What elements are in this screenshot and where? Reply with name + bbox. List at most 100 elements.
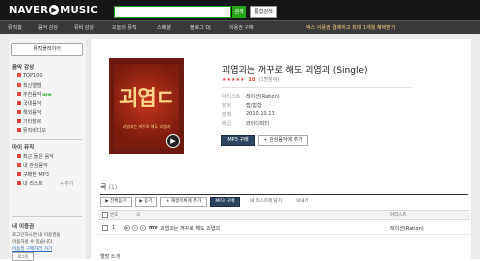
- star-icon[interactable]: ★★★★★: [222, 77, 244, 83]
- search-button[interactable]: 검색: [232, 6, 246, 18]
- integrated-search-button[interactable]: 통합검색: [250, 6, 277, 18]
- header-title: 곡: [136, 213, 141, 218]
- sidebar-item-label: 해외음악: [23, 110, 42, 116]
- bullet-icon: [17, 92, 21, 96]
- login-button[interactable]: 로그인: [12, 252, 34, 261]
- nav-item-listen[interactable]: 음악 감상: [38, 24, 58, 31]
- logo-naver-text: NAVER: [9, 5, 49, 16]
- meta-divider: [222, 87, 412, 88]
- sidebar-item-label: 기타장르: [23, 119, 42, 125]
- more-icon[interactable]: ▸: [140, 225, 146, 231]
- header-artist: 아티스트: [390, 213, 407, 218]
- sidebar-item-label: 추천음악: [23, 92, 42, 98]
- bullet-icon: [17, 83, 21, 87]
- play-icon[interactable]: ▶: [166, 134, 180, 148]
- select-all-checkbox[interactable]: [102, 212, 108, 218]
- track-number: 1: [112, 225, 116, 231]
- nav-promo-link[interactable]: 벅스 이용권 결제하고 최대 1개월 혜택받기: [306, 24, 395, 31]
- bullet-icon: [17, 110, 21, 114]
- bullet-icon: [17, 101, 21, 105]
- album-rating: ★★★★★ 10 (1명참여): [222, 76, 279, 83]
- table-row[interactable]: 1 ▶ + ▸ mv 괴엽괴는 꺼꾸로 해도 괴엽괴 레이션(Ration): [98, 222, 470, 235]
- bullet-icon: [17, 154, 21, 158]
- sidebar-item-label: 내 관심음악: [23, 163, 48, 169]
- sidebar-divider: [12, 139, 82, 140]
- nav-item-purchase[interactable]: 이용권 구매: [229, 24, 254, 31]
- bullet-icon: [17, 172, 21, 176]
- sidebar-item-mv[interactable]: 뮤직비디오: [17, 127, 46, 134]
- sidebar-item-foreign[interactable]: 해외음악: [17, 109, 41, 116]
- bullet-icon: [17, 181, 21, 185]
- tracks-count: (1): [108, 184, 118, 191]
- mp3-purchase-button[interactable]: MP3 구매: [221, 135, 255, 146]
- sidebar-item-label: 최신앨범: [23, 83, 42, 89]
- album-cover-subtitle: 괴엽괴는 꺼꾸로 해도 괴엽괴: [122, 124, 171, 129]
- music-player-button[interactable]: 뮤직플레이어: [11, 43, 83, 56]
- share-dropdown[interactable]: 보내기: [296, 198, 308, 204]
- ticket-info-text: 이용하실 수 있습니다.: [12, 240, 54, 245]
- meta-distributor-value: 와이디피티: [246, 121, 270, 127]
- track-title[interactable]: 괴엽괴는 꺼꾸로 해도 괴엽괴: [160, 225, 220, 232]
- nav-item-special[interactable]: 스페셜: [157, 24, 171, 31]
- nav-item-home[interactable]: 뮤직홈: [8, 24, 22, 31]
- track-artist[interactable]: 레이션(Ration): [390, 225, 424, 232]
- mv-badge-icon[interactable]: mv: [149, 225, 157, 231]
- sidebar-item-top100[interactable]: TOP100: [17, 73, 43, 79]
- sidebar-item-label: 뮤직비디오: [23, 128, 47, 134]
- section-divider: [100, 194, 468, 195]
- track-table-header: 번호 곡 아티스트: [98, 210, 470, 220]
- mp3-toolbar-button[interactable]: MP3 구매: [210, 197, 240, 207]
- sidebar-my-title: 마이 뮤직: [12, 145, 35, 151]
- meta-distributor-key: 배급: [222, 121, 232, 127]
- meta-release-key: 발매: [222, 112, 232, 118]
- meta-artist-value[interactable]: 레이션(Ration): [246, 93, 280, 100]
- logo-music-text: MUSIC: [60, 5, 99, 16]
- album-cover-art: 괴엽ㄷ 괴엽괴는 꺼꾸로 해도 괴엽괴 ▶: [114, 64, 180, 148]
- album-title: 괴엽괴는 꺼꾸로 해도 괴엽괴 (Single): [222, 66, 368, 76]
- naver-music-logo[interactable]: NAVER ▶ MUSIC: [9, 5, 98, 16]
- search-input[interactable]: [114, 6, 231, 18]
- meta-genre-value: 랩/힙합: [246, 103, 262, 109]
- sidebar-item-label: TOP100: [23, 73, 43, 79]
- sidebar-item-genre[interactable]: 기타장르: [17, 118, 41, 125]
- album-cover[interactable]: 괴엽ㄷ 괴엽괴는 꺼꾸로 해도 괴엽괴 ▶: [109, 58, 184, 154]
- bullet-icon: [17, 73, 21, 77]
- sidebar-item-domestic[interactable]: 국내음악: [17, 100, 41, 107]
- new-badge: NEW: [42, 93, 52, 97]
- sidebar-item-label: 내 리스트: [23, 181, 43, 187]
- bullet-icon: [17, 128, 21, 132]
- sidebar-item-purchased[interactable]: 구매한 MP3: [17, 171, 49, 178]
- sidebar-add-list-link[interactable]: +추가: [60, 180, 73, 187]
- add-my-list-dropdown[interactable]: 내 리스트에 담기: [250, 198, 282, 204]
- sidebar-listen-title: 음악 감상: [12, 65, 35, 71]
- bullet-icon: [17, 163, 21, 167]
- add-icon[interactable]: +: [132, 225, 138, 231]
- rating-count: (1명참여): [258, 77, 280, 83]
- nav-item-mv[interactable]: 뮤비 감상: [74, 24, 94, 31]
- track-checkbox[interactable]: [102, 225, 108, 231]
- sidebar-item-label: 국내음악: [23, 101, 42, 107]
- listen-button[interactable]: ▶ 듣기: [135, 197, 157, 207]
- sidebar-item-latest[interactable]: 최신앨범: [17, 82, 41, 89]
- logo-circle-icon: ▶: [49, 5, 60, 15]
- bullet-icon: [17, 119, 21, 123]
- sidebar-item-favorites[interactable]: 내 관심음악: [17, 162, 48, 169]
- add-playlist-button[interactable]: + 재생목록에 추가: [160, 197, 207, 207]
- nav-item-today[interactable]: 오늘의 뮤직: [112, 24, 137, 31]
- sidebar-item-my-list[interactable]: 내 리스트: [17, 180, 43, 187]
- ticket-info-text: 로그인하시면 내 이용권을: [12, 233, 61, 238]
- sidebar-item-recommend[interactable]: 추천음악NEW: [17, 91, 52, 98]
- listen-all-button[interactable]: ▶ 전체듣기: [100, 197, 132, 207]
- sidebar-item-label: 최근 들은 음악: [23, 154, 54, 160]
- main-nav: 뮤직홈 음악 감상 뮤비 감상 오늘의 뮤직 스페셜 블로그 DJ 이용권 구매…: [0, 20, 480, 34]
- sidebar-divider: [12, 216, 82, 217]
- play-icon[interactable]: ▶: [124, 225, 130, 231]
- meta-artist-key: 아티스트: [222, 94, 241, 100]
- nav-item-blog-dj[interactable]: 블로그 DJ: [190, 24, 211, 31]
- meta-release-value: 2010.10.13: [246, 111, 275, 117]
- tracks-section-title: 곡 (1): [100, 182, 117, 192]
- add-favorite-button[interactable]: + 관심음악에 추가: [258, 135, 308, 146]
- header-no: 번호: [110, 213, 119, 218]
- sidebar-item-recent[interactable]: 최근 들은 음악: [17, 153, 54, 160]
- meta-genre-key: 장르: [222, 103, 232, 109]
